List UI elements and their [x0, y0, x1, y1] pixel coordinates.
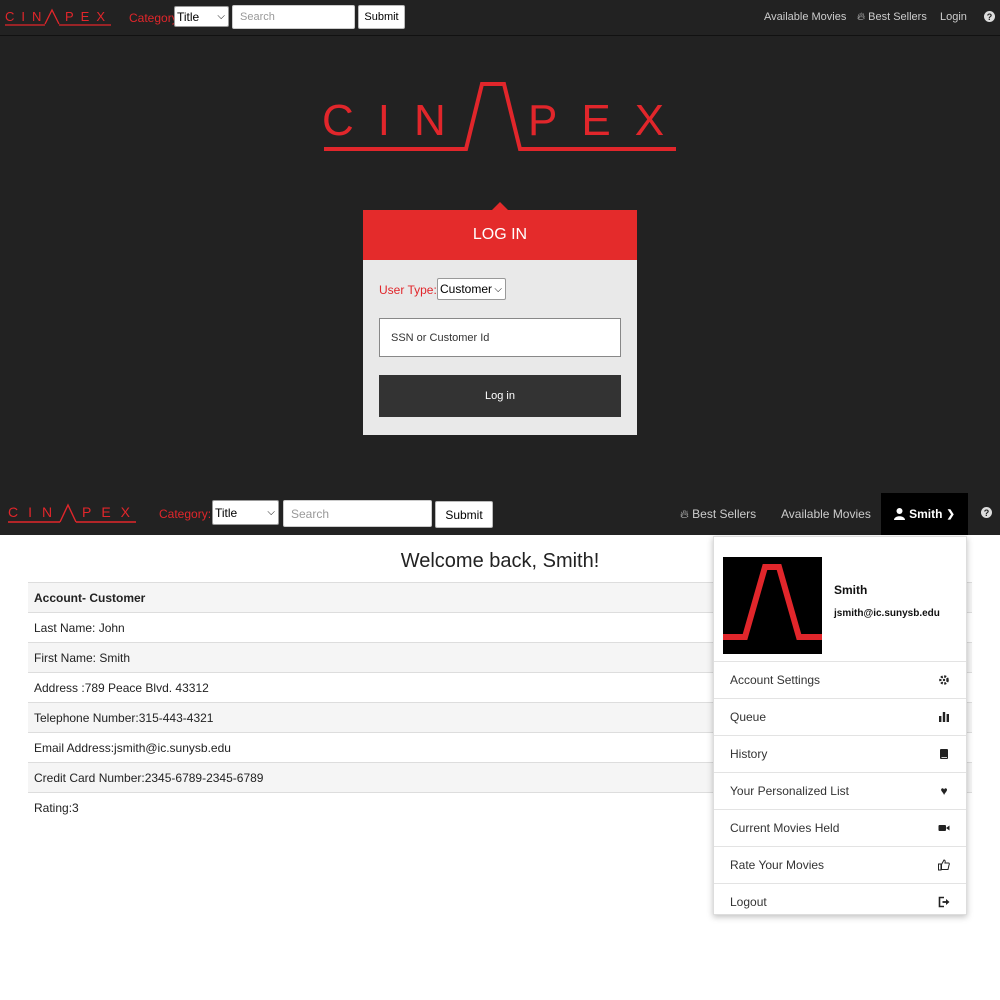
search-input[interactable]: Search — [283, 500, 432, 527]
user-type-select[interactable]: Customer ⌵ — [437, 278, 506, 300]
category-label: Category: — [159, 507, 212, 521]
chevron-down-icon: ⌵ — [494, 283, 502, 295]
question-circle-icon[interactable]: ? — [981, 507, 992, 518]
nav-best-sellers[interactable]: 🔥︎ Best Sellers — [680, 507, 756, 522]
logout-icon — [938, 896, 950, 908]
menu-item-rate-movies[interactable]: Rate Your Movies — [714, 846, 966, 883]
user-icon — [894, 508, 906, 520]
profile-name: Smith — [834, 583, 868, 597]
cinapex-logo-icon: CIN PEX — [5, 8, 111, 26]
menu-item-account-settings[interactable]: Account Settings — [714, 661, 966, 698]
avatar — [723, 557, 822, 654]
customer-id-input[interactable]: SSN or Customer Id — [379, 318, 621, 357]
menu-item-label: Your Personalized List — [730, 784, 849, 798]
svg-text:PEX: PEX — [528, 96, 678, 145]
menu-item-current-movies-held[interactable]: Current Movies Held — [714, 809, 966, 846]
fire-icon: 🔥︎ — [680, 507, 689, 521]
user-menu-toggle[interactable]: Smith ❯ — [881, 493, 968, 535]
brand-logo[interactable]: CIN PEX — [8, 503, 136, 523]
svg-text:PEX: PEX — [65, 9, 111, 24]
gear-icon — [938, 674, 950, 686]
book-icon — [938, 748, 950, 760]
category-select[interactable]: Title ⌵ — [212, 500, 279, 525]
menu-item-logout[interactable]: Logout — [714, 883, 966, 920]
chevron-down-icon: ❯ — [946, 508, 955, 520]
cinapex-avatar-icon — [723, 564, 822, 640]
nav-available-movies[interactable]: Available Movies — [764, 11, 846, 23]
cinapex-logo-icon: CIN PEX — [8, 503, 136, 523]
nav-best-sellers-label: Best Sellers — [692, 507, 757, 521]
submit-button[interactable]: Submit — [358, 5, 405, 29]
heart-icon: ♥ — [940, 784, 948, 798]
nav-available-movies[interactable]: Available Movies — [781, 507, 871, 521]
question-circle-icon[interactable]: ? — [984, 11, 995, 22]
login-screen: CIN PEX Category: Title ⌵ Search Submit … — [0, 0, 1000, 493]
panel-notch — [492, 202, 508, 210]
category-select-value: Title — [177, 9, 200, 24]
nav-best-sellers-label: Best Sellers — [868, 11, 927, 23]
menu-item-label: Rate Your Movies — [730, 858, 825, 872]
login-panel: LOG IN User Type: Customer ⌵ SSN or Cust… — [363, 202, 637, 435]
menu-item-label: Current Movies Held — [730, 821, 840, 835]
nav-login[interactable]: Login — [940, 11, 967, 23]
cinapex-large-logo: CIN PEX — [322, 82, 678, 151]
thumbs-up-icon — [938, 859, 950, 871]
login-title: LOG IN — [363, 210, 637, 260]
submit-button[interactable]: Submit — [435, 501, 493, 528]
user-menu-label: Smith — [909, 507, 943, 521]
menu-item-label: History — [730, 747, 768, 761]
fire-icon: 🔥︎ — [857, 11, 866, 23]
svg-text:CIN: CIN — [5, 9, 48, 24]
chevron-down-icon: ⌵ — [267, 507, 275, 518]
svg-text:PEX: PEX — [82, 504, 136, 520]
category-select[interactable]: Title ⌵ — [174, 6, 229, 27]
menu-item-label: Logout — [730, 895, 767, 909]
nav-best-sellers[interactable]: 🔥︎ Best Sellers — [857, 11, 927, 24]
user-type-value: Customer — [440, 282, 493, 296]
bar-chart-icon — [938, 711, 950, 723]
top-navbar: CIN PEX Category: Title ⌵ Search Submit … — [0, 0, 1000, 36]
login-button[interactable]: Log in — [379, 375, 621, 417]
user-dropdown-menu: Smith jsmith@ic.sunysb.edu Account Setti… — [713, 536, 967, 915]
search-input[interactable]: Search — [232, 5, 355, 29]
menu-item-label: Queue — [730, 710, 767, 724]
menu-item-label: Account Settings — [730, 673, 821, 687]
user-menu-list: Account Settings Queue History Your Pers… — [714, 661, 966, 920]
menu-item-history[interactable]: History — [714, 735, 966, 772]
user-type-label: User Type: — [379, 283, 437, 297]
profile-email: jsmith@ic.sunysb.edu — [834, 608, 940, 619]
menu-item-personalized-list[interactable]: Your Personalized List ♥ — [714, 772, 966, 809]
brand-logo[interactable]: CIN PEX — [5, 8, 111, 26]
video-camera-icon — [938, 822, 950, 834]
svg-text:CIN: CIN — [8, 504, 62, 520]
menu-item-queue[interactable]: Queue — [714, 698, 966, 735]
chevron-down-icon: ⌵ — [217, 11, 225, 22]
category-select-value: Title — [215, 505, 238, 520]
svg-text:CIN: CIN — [322, 96, 470, 145]
account-navbar: CIN PEX Category: Title ⌵ Search Submit … — [0, 493, 1000, 535]
